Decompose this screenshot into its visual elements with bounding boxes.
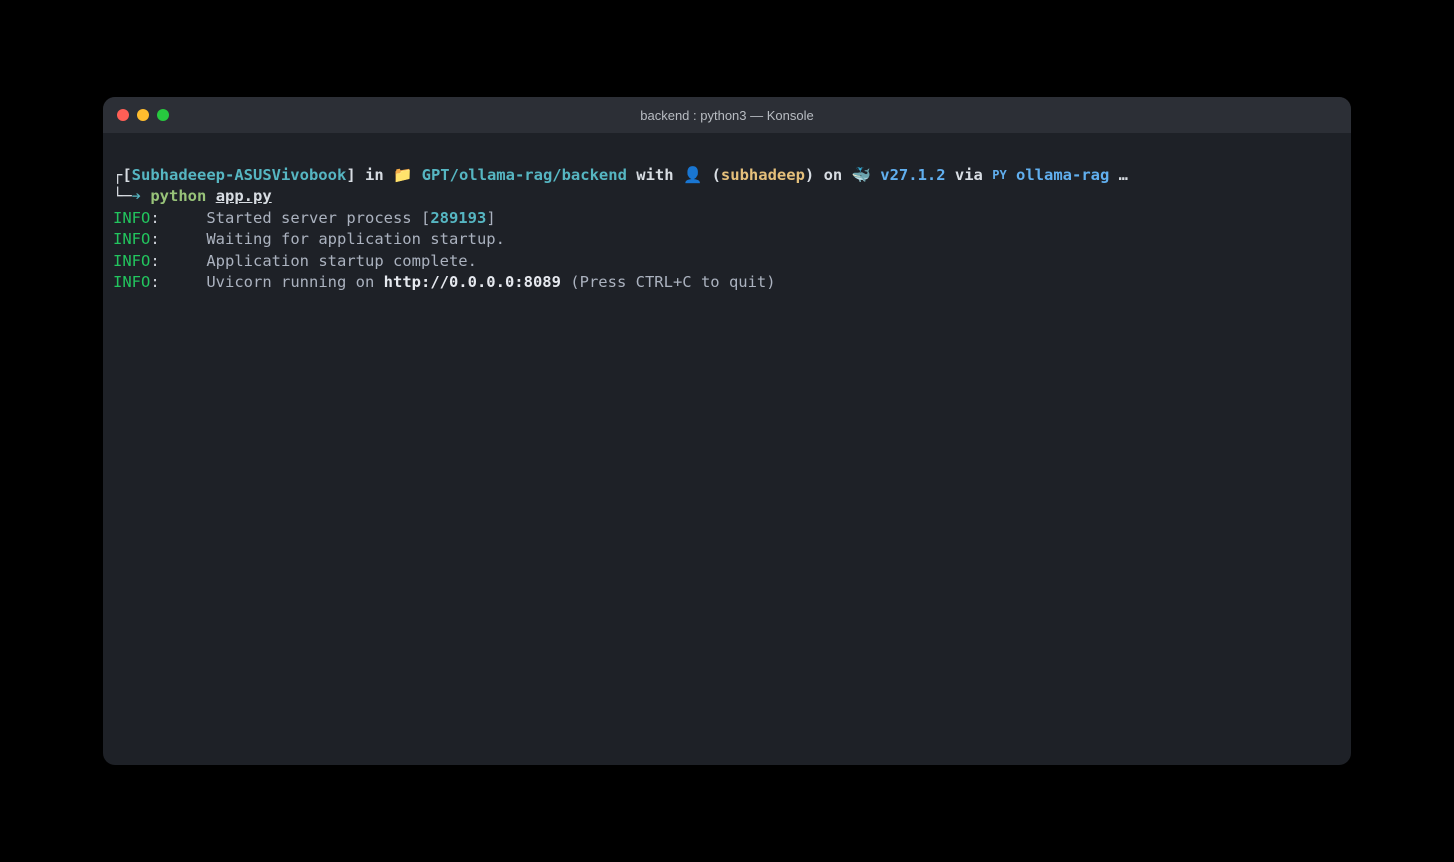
prompt-box-bottom: └─ (113, 187, 132, 205)
log-colon: : (150, 252, 159, 270)
minimize-icon[interactable] (137, 109, 149, 121)
prompt-bracket-close: ] (346, 166, 355, 184)
log-level: INFO (113, 209, 150, 227)
log-pid: 289193 (430, 209, 486, 227)
folder-icon: 📁 (393, 165, 412, 186)
log-pad (160, 273, 207, 291)
python-icon: PY (992, 168, 1006, 182)
log-level: INFO (113, 252, 150, 270)
log-pad (160, 230, 207, 248)
prompt-env: ollama-rag (1007, 166, 1110, 184)
titlebar[interactable]: backend : python3 — Konsole (103, 97, 1351, 133)
log-level: INFO (113, 273, 150, 291)
log-url: http://0.0.0.0:8089 (384, 273, 561, 291)
prompt-ellipsis: … (1109, 166, 1128, 184)
prompt-in: in (356, 166, 393, 184)
arrow-icon: ➔ (132, 187, 151, 205)
log-msg: Waiting for application startup. (206, 230, 505, 248)
log-line: INFO: Application startup complete. (113, 251, 1341, 272)
traffic-lights (117, 109, 169, 121)
command-argument: app.py (216, 187, 272, 205)
log-line: INFO: Uvicorn running on http://0.0.0.0:… (113, 272, 1341, 293)
prompt-user-open: ( (702, 166, 721, 184)
log-pad (160, 209, 207, 227)
log-pad (160, 252, 207, 270)
terminal-body[interactable]: ┌[Subhadeeep-ASUSVivobook] in 📁 GPT/olla… (103, 133, 1351, 765)
log-msg-post: ] (486, 209, 495, 227)
prompt-on: on (814, 166, 851, 184)
log-line: INFO: Started server process [289193] (113, 208, 1341, 229)
command-binary: python (150, 187, 206, 205)
user-icon: 👤 (683, 165, 702, 186)
prompt-version: v27.1.2 (871, 166, 946, 184)
prompt-username: subhadeep (721, 166, 805, 184)
log-colon: : (150, 209, 159, 227)
window-title: backend : python3 — Konsole (117, 108, 1337, 123)
log-msg: Started server process [ (206, 209, 430, 227)
log-colon: : (150, 230, 159, 248)
prompt-with: with (627, 166, 683, 184)
maximize-icon[interactable] (157, 109, 169, 121)
prompt-via: via (946, 166, 993, 184)
prompt-line-1: ┌[Subhadeeep-ASUSVivobook] in 📁 GPT/olla… (113, 165, 1341, 186)
log-level: INFO (113, 230, 150, 248)
prompt-box-top: ┌[ (113, 166, 132, 184)
whale-icon: 🐳 (852, 165, 871, 186)
log-colon: : (150, 273, 159, 291)
log-msg-pre: Uvicorn running on (206, 273, 383, 291)
close-icon[interactable] (117, 109, 129, 121)
terminal-window: backend : python3 — Konsole ┌[Subhadeeep… (103, 97, 1351, 765)
log-line: INFO: Waiting for application startup. (113, 229, 1341, 250)
prompt-hostname: Subhadeeep-ASUSVivobook (132, 166, 347, 184)
prompt-line-2: └─➔ python app.py (113, 186, 1341, 207)
log-msg-post: (Press CTRL+C to quit) (561, 273, 776, 291)
log-msg: Application startup complete. (206, 252, 477, 270)
prompt-user-close: ) (805, 166, 814, 184)
prompt-path: GPT/ollama-rag/backend (412, 166, 627, 184)
